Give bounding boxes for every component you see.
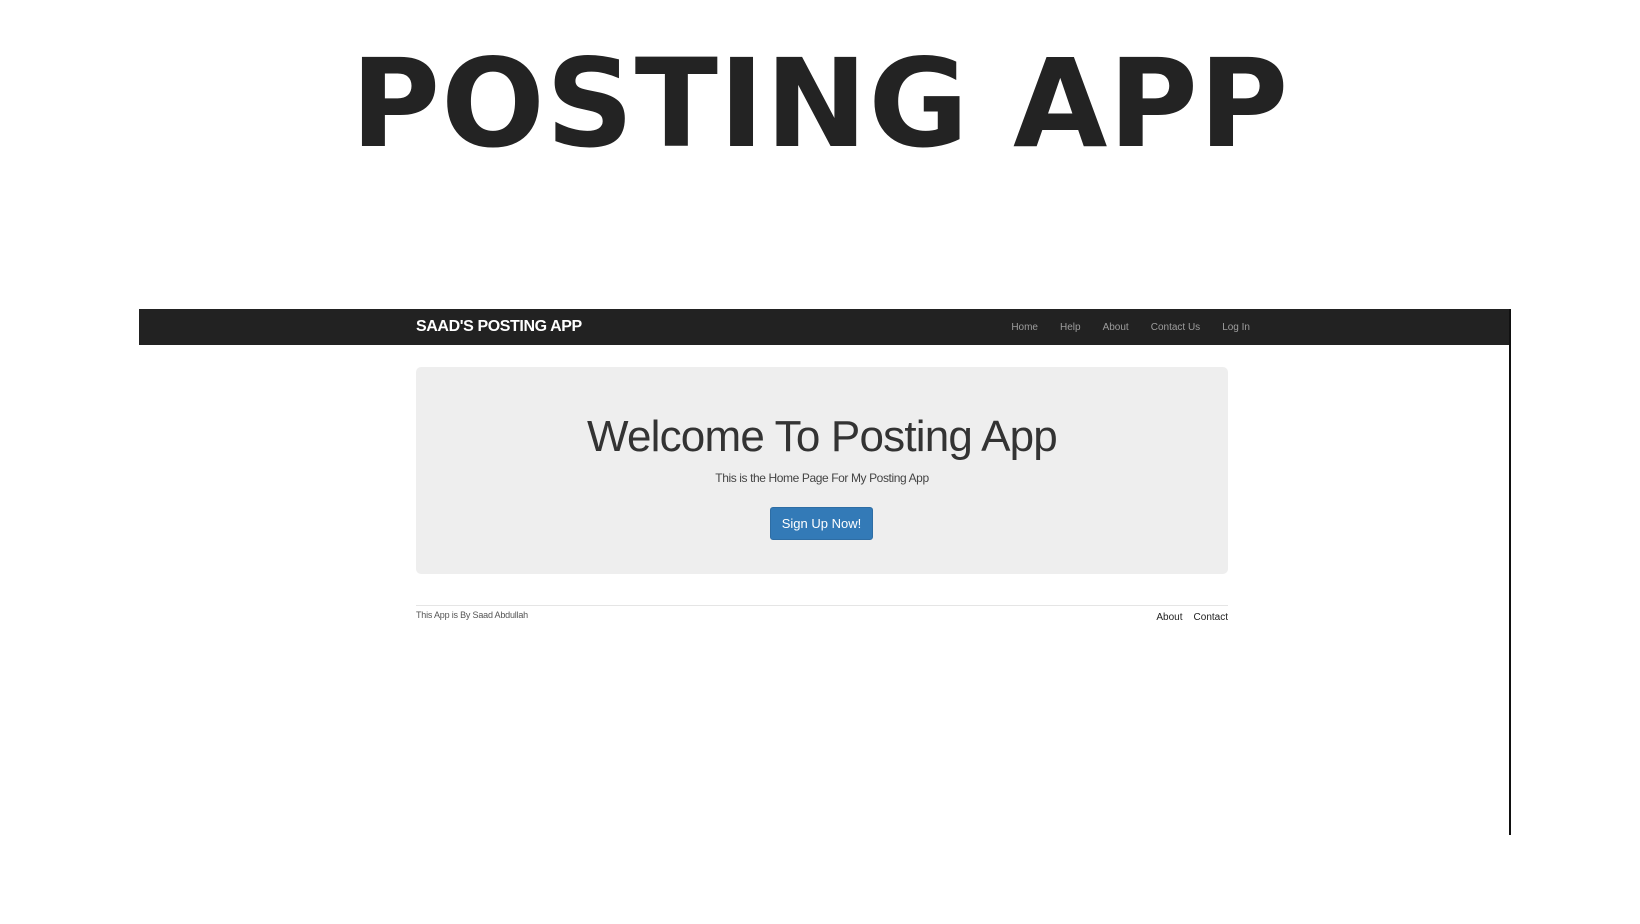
- welcome-subtitle: This is the Home Page For My Posting App: [715, 471, 929, 485]
- jumbotron: Welcome To Posting App This is the Home …: [416, 367, 1228, 574]
- navbar: SAAD'S POSTING APP Home Help About Conta…: [139, 309, 1509, 345]
- nav-link-contact-us[interactable]: Contact Us: [1151, 322, 1200, 333]
- sign-up-button[interactable]: Sign Up Now!: [770, 507, 873, 540]
- navbar-brand[interactable]: SAAD'S POSTING APP: [416, 318, 582, 336]
- welcome-heading: Welcome To Posting App: [587, 412, 1058, 461]
- footer-link-about[interactable]: About: [1156, 612, 1182, 623]
- nav-links: Home Help About Contact Us Log In: [1011, 309, 1250, 345]
- window-edge-accent: [1509, 605, 1511, 795]
- nav-link-log-in[interactable]: Log In: [1222, 322, 1250, 333]
- nav-link-about[interactable]: About: [1103, 322, 1129, 333]
- footer-links: About Contact: [1156, 612, 1228, 623]
- footer: This App is By Saad Abdullah About Conta…: [416, 605, 1228, 636]
- footer-credit: This App is By Saad Abdullah: [416, 610, 528, 620]
- footer-link-contact[interactable]: Contact: [1194, 612, 1228, 623]
- app-screenshot: SAAD'S POSTING APP Home Help About Conta…: [139, 309, 1511, 835]
- nav-link-help[interactable]: Help: [1060, 322, 1081, 333]
- hero-title: POSTING APP: [350, 33, 1290, 175]
- nav-link-home[interactable]: Home: [1011, 322, 1038, 333]
